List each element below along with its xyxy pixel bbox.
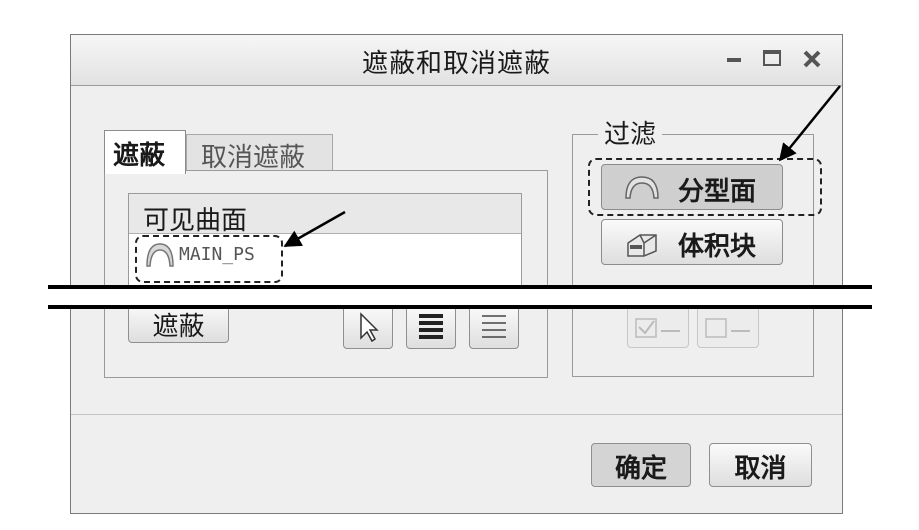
tab-hide[interactable]: 遮蔽 [104, 130, 186, 174]
arrow-to-filter [778, 85, 841, 162]
annotation-arrows [283, 85, 841, 248]
arrow-to-list-item [283, 210, 346, 248]
